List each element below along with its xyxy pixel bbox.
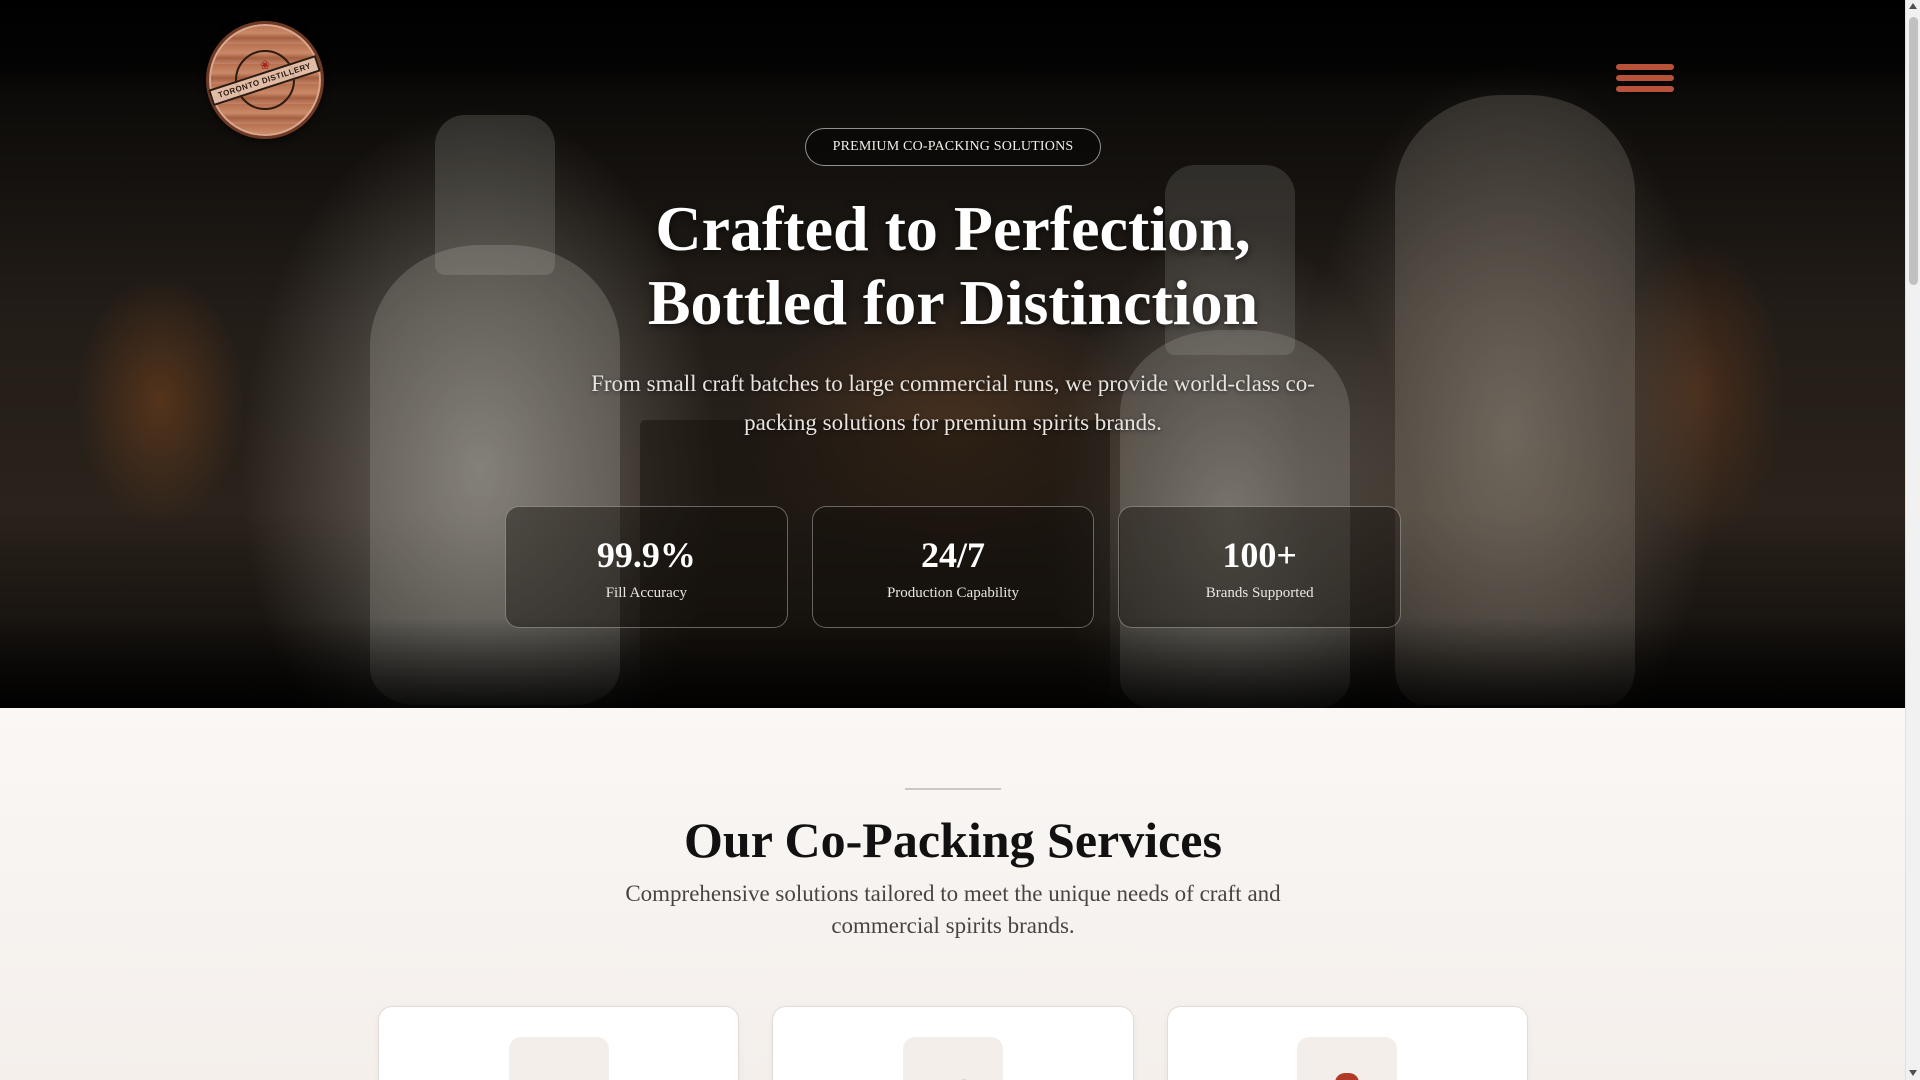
scroll-up-arrow-icon[interactable]: [1909, 3, 1917, 9]
hero-badge: PREMIUM CO-PACKING SOLUTIONS: [805, 128, 1101, 166]
services-section: Our Co-Packing Services Comprehensive so…: [0, 708, 1905, 1080]
price-tag-icon: [902, 1037, 1003, 1080]
hamburger-menu-icon[interactable]: [1616, 60, 1674, 96]
stat-label: Brands Supported: [1205, 584, 1314, 601]
glass-icon: [508, 1037, 609, 1080]
services-cards: [378, 1006, 1528, 1080]
hero-stats: 99.9% Fill Accuracy 24/7 Production Capa…: [505, 506, 1402, 628]
scrollbar-thumb[interactable]: [1909, 17, 1918, 285]
hero-bottle-background: [1395, 95, 1635, 705]
service-card-bottling[interactable]: [378, 1006, 740, 1080]
hero-bottom-overlay: [0, 618, 1905, 708]
section-divider: [905, 788, 1001, 790]
gift-box-icon: [1297, 1037, 1398, 1080]
hero-section: ❀ TORONTO DISTILLERY PREMIUM CO-PACKING …: [0, 0, 1905, 708]
service-card-packaging[interactable]: [1166, 1006, 1528, 1080]
stat-card-fill-accuracy: 99.9% Fill Accuracy: [505, 506, 788, 628]
hero-title-line-2: Bottled for Distinction: [647, 267, 1259, 338]
stat-card-brands-supported: 100+ Brands Supported: [1118, 506, 1402, 628]
hero-title: Crafted to Perfection, Bottled for Disti…: [560, 192, 1346, 340]
site-logo[interactable]: ❀ TORONTO DISTILLERY: [206, 21, 324, 139]
page-scrollbar[interactable]: [1905, 0, 1920, 1080]
service-card-labeling[interactable]: [772, 1006, 1134, 1080]
stat-card-production-capability: 24/7 Production Capability: [811, 506, 1095, 628]
services-title: Our Co-Packing Services: [684, 812, 1222, 868]
scroll-down-arrow-icon[interactable]: [1909, 1070, 1917, 1076]
stat-label: Fill Accuracy: [605, 584, 687, 601]
hero-title-line-1: Crafted to Perfection,: [655, 193, 1251, 264]
stat-label: Production Capability: [886, 584, 1020, 601]
stat-value: 99.9%: [596, 534, 696, 575]
stat-value: 24/7: [921, 534, 986, 575]
hero-subtitle: From small craft batches to large commer…: [591, 371, 1315, 435]
services-subtitle: Comprehensive solutions tailored to meet…: [625, 881, 1281, 938]
stat-value: 100+: [1222, 534, 1297, 575]
